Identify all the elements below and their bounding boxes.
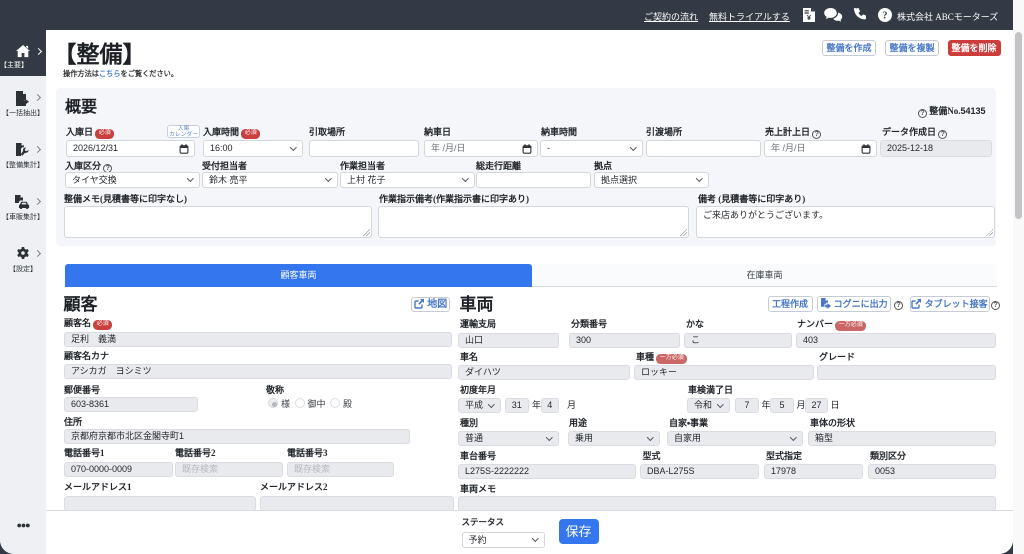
- svg-text:?: ?: [883, 11, 888, 22]
